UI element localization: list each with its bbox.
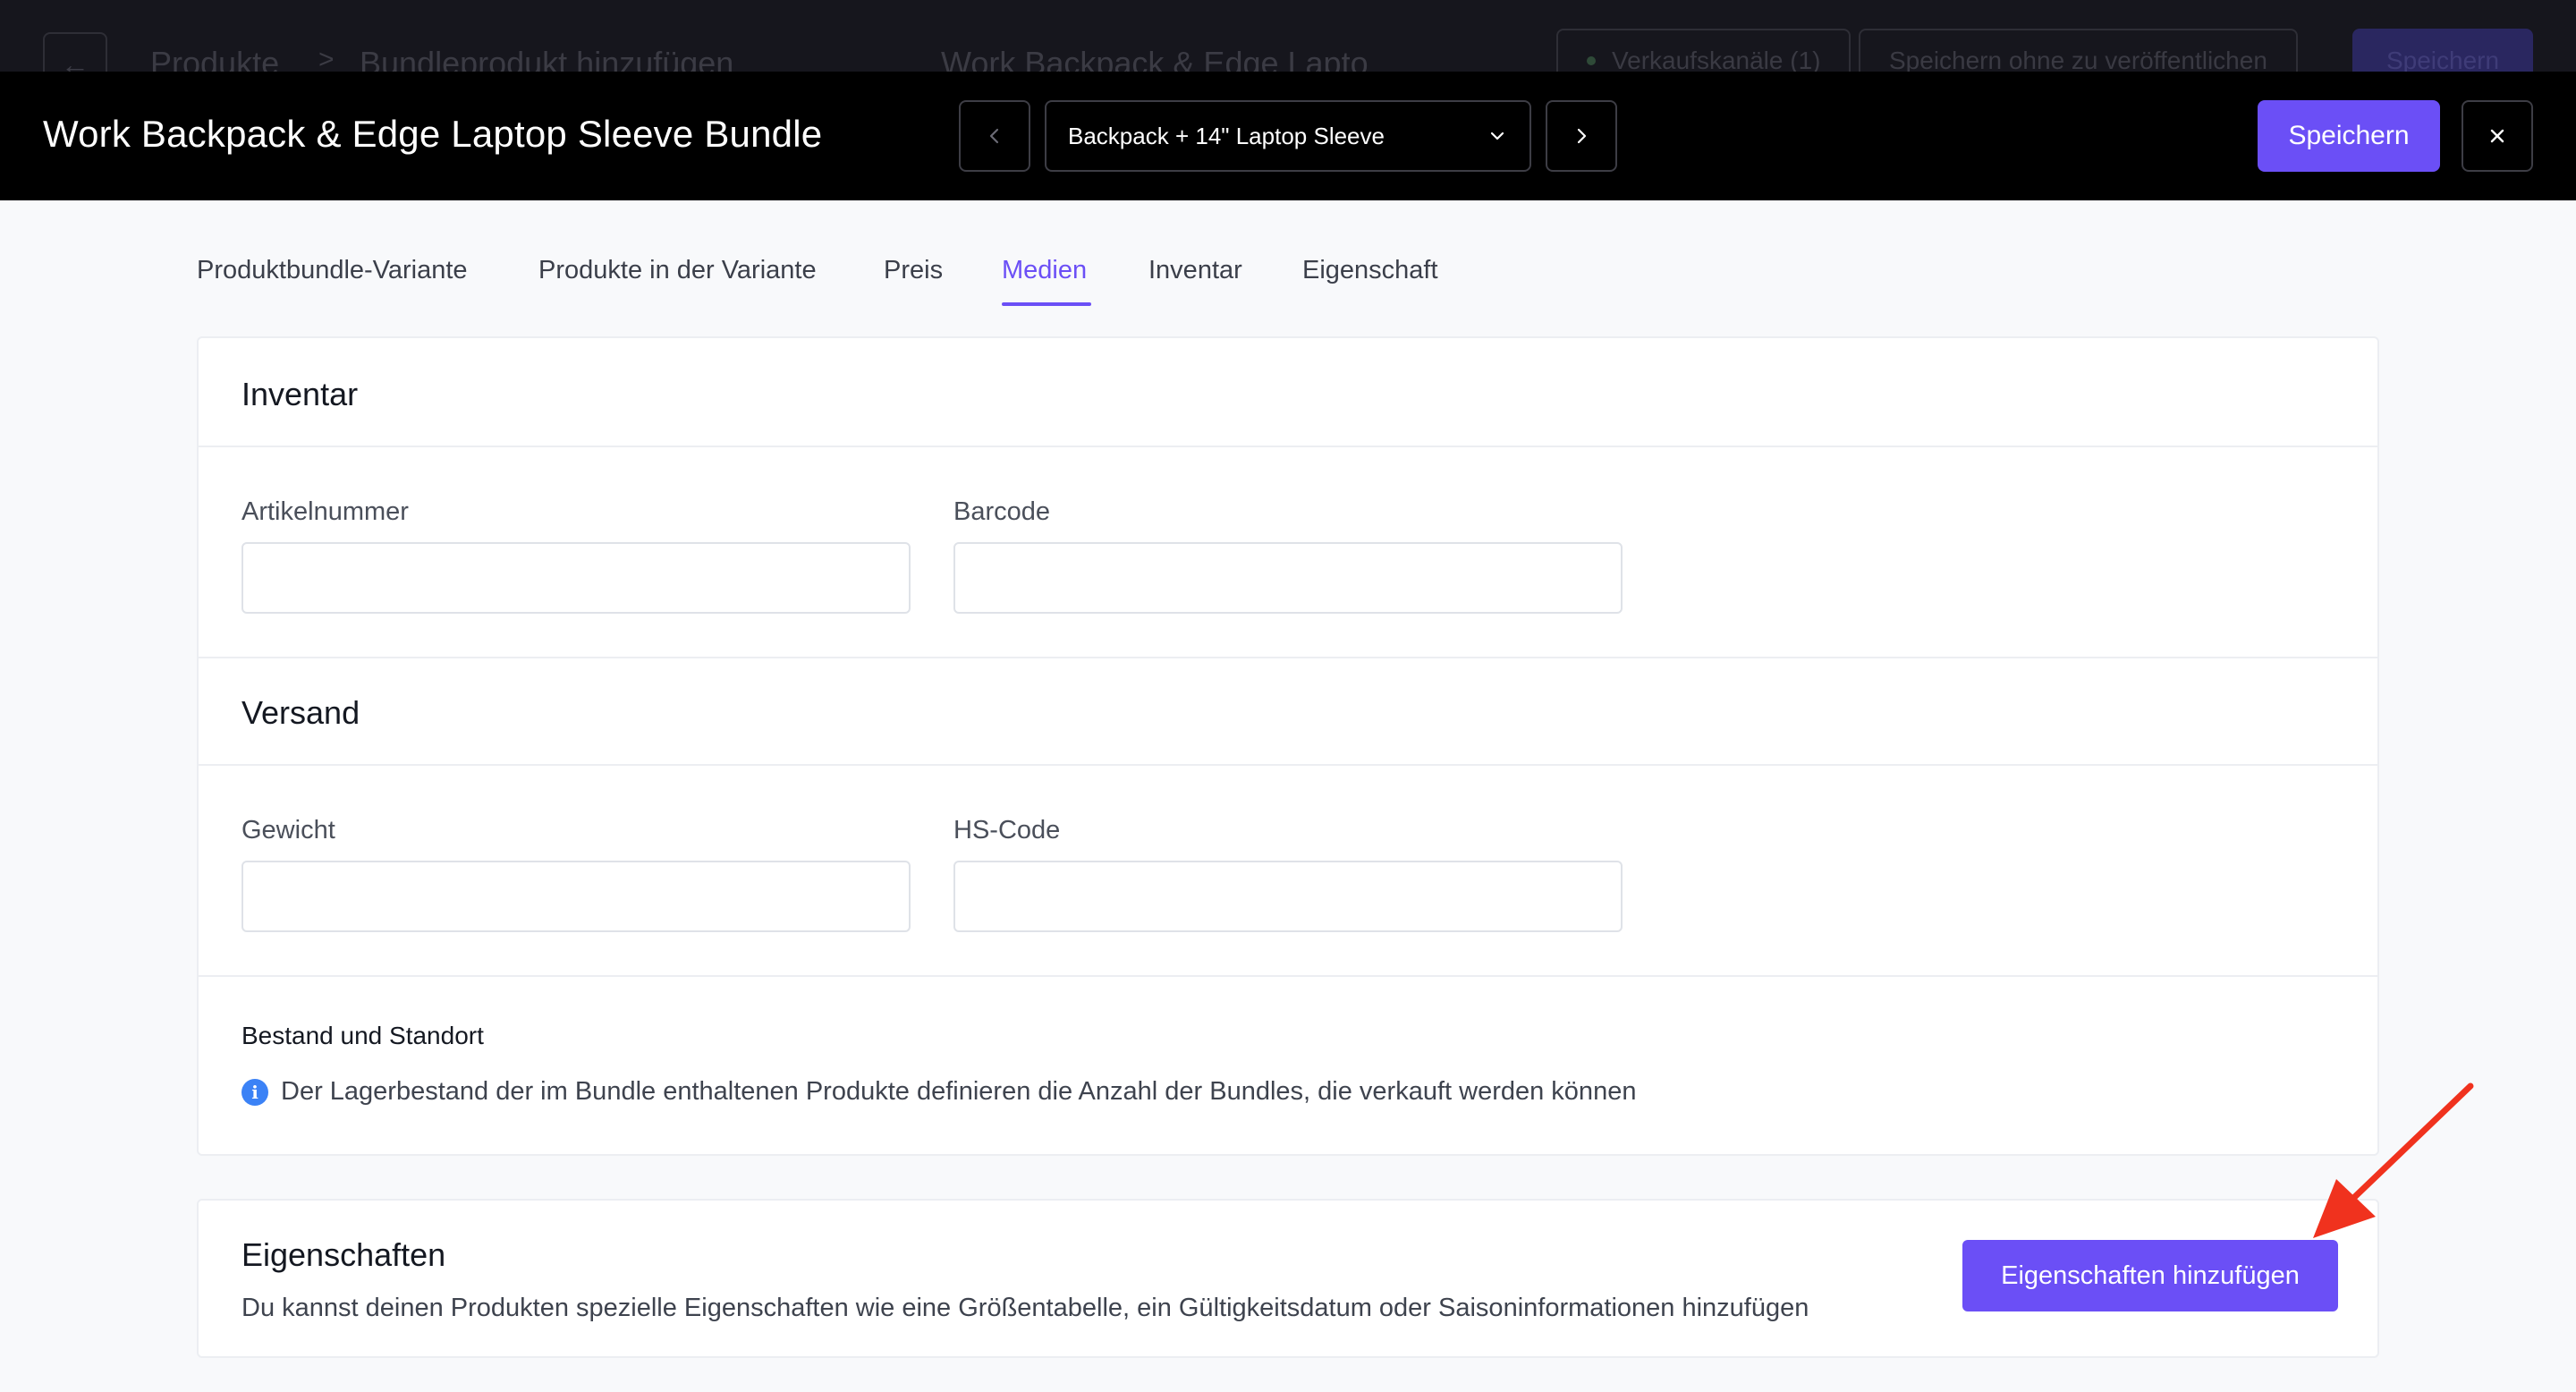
close-icon <box>2490 129 2504 143</box>
background-app-bar: ← Produkte > Bundleprodukt hinzufügen Wo… <box>0 0 2576 97</box>
close-button[interactable] <box>2462 100 2533 172</box>
tab-inventar[interactable]: Inventar <box>1148 256 1242 285</box>
tab-eigenschaft[interactable]: Eigenschaft <box>1302 256 1438 285</box>
chevron-left-icon <box>989 128 999 144</box>
variant-select[interactable]: Backpack + 14" Laptop Sleeve <box>1045 100 1531 172</box>
status-dot <box>1587 56 1596 65</box>
add-properties-button[interactable]: Eigenschaften hinzufügen <box>1962 1240 2338 1311</box>
chevron-down-icon <box>1490 132 1504 140</box>
divider <box>199 446 2377 447</box>
chevron-right-icon <box>1577 128 1587 144</box>
previous-variant-button[interactable] <box>959 100 1030 172</box>
stock-info: i Der Lagerbestand der im Bundle enthalt… <box>242 1077 1636 1107</box>
active-tab-indicator <box>1002 302 1091 306</box>
inventory-shipping-card: Inventar Artikelnummer Barcode Versand G… <box>197 336 2379 1156</box>
modal-header: Work Backpack & Edge Laptop Sleeve Bundl… <box>0 72 2576 200</box>
inventory-section-title: Inventar <box>242 376 359 412</box>
divider <box>199 975 2377 977</box>
tab-produktbundle-variante[interactable]: Produktbundle-Variante <box>197 256 468 285</box>
variant-select-value: Backpack + 14" Laptop Sleeve <box>1068 122 1385 149</box>
background-breadcrumb-separator: > <box>318 45 335 74</box>
save-button[interactable]: Speichern <box>2258 100 2440 172</box>
stock-location-title: Bestand und Standort <box>242 1022 484 1049</box>
hs-code-label: HS-Code <box>953 816 1061 845</box>
divider <box>199 764 2377 766</box>
sku-input[interactable] <box>242 542 911 614</box>
next-variant-button[interactable] <box>1546 100 1617 172</box>
properties-description: Du kannst deinen Produkten spezielle Eig… <box>242 1294 1809 1322</box>
barcode-input[interactable] <box>953 542 1623 614</box>
properties-card: Eigenschaften Du kannst deinen Produkten… <box>197 1199 2379 1358</box>
sku-label: Artikelnummer <box>242 497 409 526</box>
tab-medien[interactable]: Medien <box>1002 256 1087 285</box>
info-icon: i <box>242 1078 268 1106</box>
annotation-arrow-icon <box>2313 1082 2474 1238</box>
weight-input[interactable] <box>242 861 911 932</box>
properties-title: Eigenschaften <box>242 1236 446 1273</box>
stock-info-text: Der Lagerbestand der im Bundle enthalten… <box>281 1077 1637 1106</box>
hs-code-input[interactable] <box>953 861 1623 932</box>
barcode-label: Barcode <box>953 497 1051 526</box>
modal-title: Work Backpack & Edge Laptop Sleeve Bundl… <box>43 113 823 155</box>
tab-produkte-in-der-variante[interactable]: Produkte in der Variante <box>538 256 817 285</box>
weight-label: Gewicht <box>242 816 335 845</box>
tab-preis[interactable]: Preis <box>884 256 943 285</box>
shipping-section-title: Versand <box>242 694 360 731</box>
divider <box>199 657 2377 658</box>
